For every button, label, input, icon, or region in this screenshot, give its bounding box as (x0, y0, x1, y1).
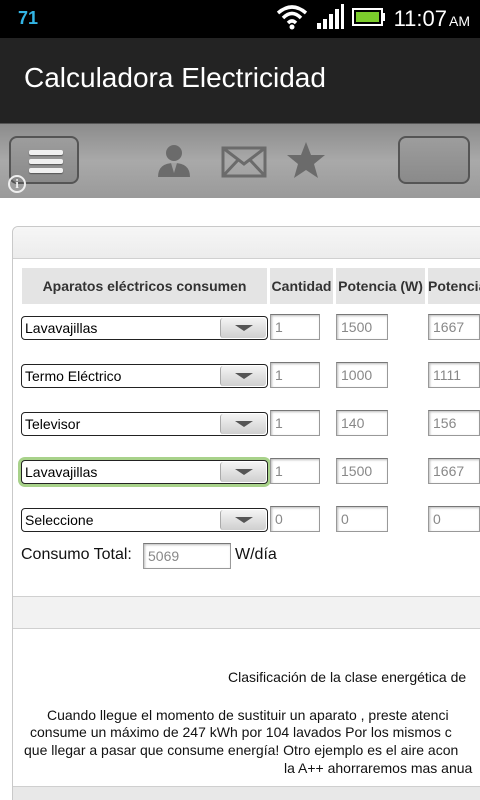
battery-icon (351, 7, 386, 31)
potencia-input[interactable]: 140 (336, 410, 388, 436)
chevron-down-icon (220, 414, 266, 434)
app-title: Calculadora Electricidad (24, 62, 326, 93)
appliance-select-value: Televisor (25, 416, 81, 432)
appliance-select-value: Lavavajillas (25, 320, 98, 336)
potencia-input[interactable]: 1500 (336, 458, 388, 484)
potencia-input[interactable]: 1000 (336, 362, 388, 388)
signal-icon (316, 4, 344, 34)
info-icon[interactable]: i (8, 175, 26, 193)
cantidad-input[interactable]: 1 (270, 314, 320, 340)
potencia2-input[interactable]: 0 (428, 506, 480, 532)
status-time: 11:07 (393, 6, 447, 31)
chevron-down-icon (220, 510, 266, 530)
panel-header (13, 227, 480, 259)
potencia-input[interactable]: 1500 (336, 314, 388, 340)
clasificacion-heading: Clasificación de la clase energética de (228, 669, 467, 685)
app-header: Calculadora Electricidad (0, 38, 480, 123)
mail-icon[interactable] (221, 140, 267, 184)
info-paragraph-line: que llegar a pasar que consume energía! … (24, 742, 459, 758)
toolbar-right-button[interactable] (398, 136, 470, 184)
cantidad-input[interactable]: 0 (270, 506, 320, 532)
header-potencia: Potencia (W) (336, 268, 425, 304)
potencia2-input[interactable]: 1667 (428, 314, 480, 340)
appliance-select[interactable]: Lavavajillas (21, 316, 268, 340)
chevron-down-icon (220, 318, 266, 338)
cantidad-input[interactable]: 1 (270, 410, 320, 436)
info-paragraph-line: consume un máximo de 247 kWh por 104 lav… (30, 724, 452, 740)
appliance-select[interactable]: Lavavajillas (21, 460, 268, 484)
header-aparatos: Aparatos eléctricos consumen (22, 268, 267, 304)
appliance-select[interactable]: Seleccione (21, 508, 268, 532)
bottom-band (13, 786, 480, 800)
toolbar: i (0, 123, 480, 198)
appliance-select-value: Seleccione (25, 512, 94, 528)
header-potencia-2: Potencia (428, 268, 480, 304)
notification-count: 71 (18, 8, 39, 28)
star-icon[interactable] (285, 140, 327, 184)
appliance-select-value: Lavavajillas (25, 464, 98, 480)
status-ampm: AM (449, 13, 470, 29)
cantidad-input[interactable]: 1 (270, 458, 320, 484)
chevron-down-icon (220, 366, 266, 386)
status-bar: 71 11:07 AM (0, 0, 480, 38)
chevron-down-icon (220, 462, 266, 482)
appliance-select[interactable]: Televisor (21, 412, 268, 436)
appliance-select[interactable]: Termo Eléctrico (21, 364, 268, 388)
appliance-select-value: Termo Eléctrico (25, 368, 122, 384)
info-paragraph-line: Cuando llegue el momento de sustituir un… (47, 707, 449, 723)
potencia2-input[interactable]: 156 (428, 410, 480, 436)
potencia2-input[interactable]: 1667 (428, 458, 480, 484)
info-paragraph-line: la A++ ahorraremos mas anua (284, 760, 473, 776)
header-cantidad: Cantidad (270, 268, 333, 304)
total-label: Consumo Total: (21, 546, 132, 563)
potencia2-input[interactable]: 1111 (428, 362, 480, 388)
total-input[interactable]: 5069 (143, 543, 231, 569)
wifi-icon (276, 4, 308, 34)
total-unit: W/día (235, 546, 277, 563)
cantidad-input[interactable]: 1 (270, 362, 320, 388)
section-divider (13, 596, 480, 629)
potencia-input[interactable]: 0 (336, 506, 388, 532)
contact-icon[interactable] (154, 140, 194, 184)
